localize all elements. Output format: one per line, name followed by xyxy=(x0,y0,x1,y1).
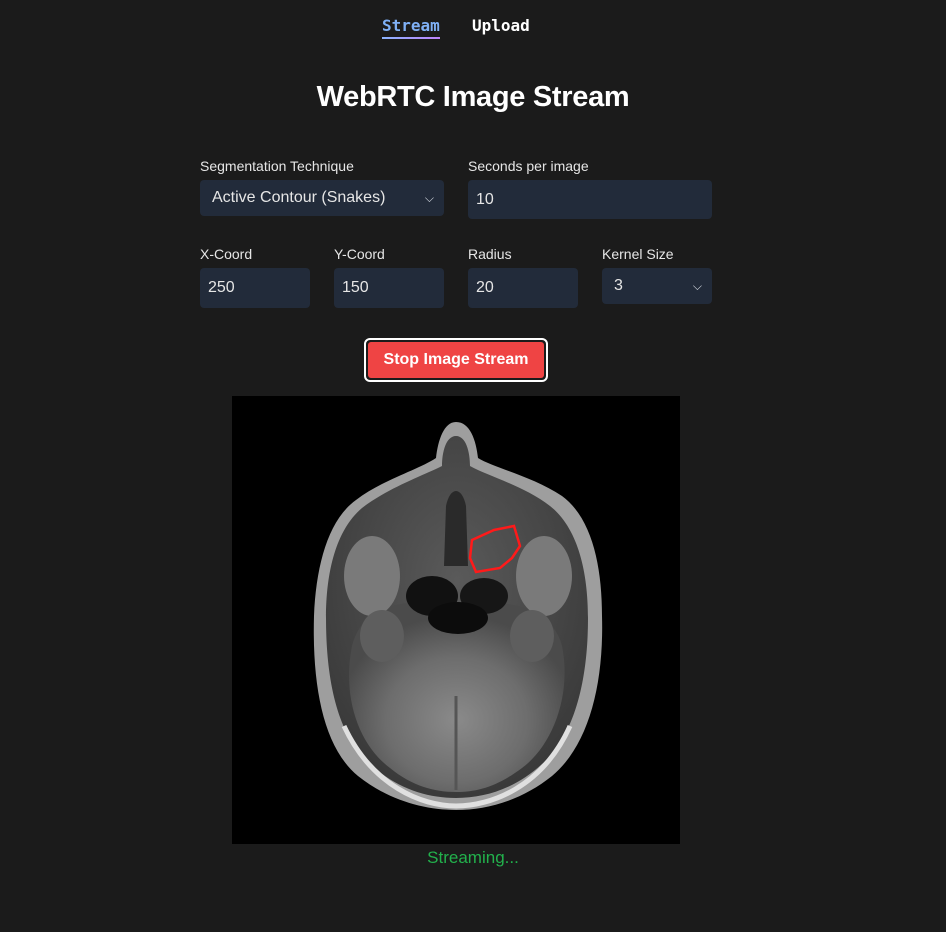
stop-stream-button-label: Stop Image Stream xyxy=(368,342,544,378)
chevron-down-icon: ⌵ xyxy=(692,278,702,293)
radius-input[interactable]: 20 xyxy=(468,268,578,308)
stream-image xyxy=(232,396,680,844)
mri-scan-image xyxy=(232,396,680,844)
radius-value: 20 xyxy=(476,279,494,296)
top-nav: Stream Upload xyxy=(0,14,946,44)
kernel-size-value: 3 xyxy=(614,277,623,294)
x-coord-value: 250 xyxy=(208,279,235,296)
seconds-label: Seconds per image xyxy=(468,158,589,174)
technique-value: Active Contour (Snakes) xyxy=(212,189,386,206)
kernel-size-label: Kernel Size xyxy=(602,246,674,262)
y-coord-input[interactable]: 150 xyxy=(334,268,444,308)
nav-upload-link[interactable]: Upload xyxy=(472,16,530,35)
x-coord-input[interactable]: 250 xyxy=(200,268,310,308)
y-coord-value: 150 xyxy=(342,279,369,296)
technique-select[interactable]: Active Contour (Snakes) ⌵ xyxy=(200,180,444,216)
seconds-input[interactable]: 10 xyxy=(468,180,712,219)
technique-label: Segmentation Technique xyxy=(200,158,354,174)
x-coord-label: X-Coord xyxy=(200,246,253,262)
stop-stream-button[interactable]: Stop Image Stream xyxy=(364,338,548,382)
status-text: Streaming... xyxy=(427,848,519,867)
y-coord-label: Y-Coord xyxy=(334,246,385,262)
chevron-down-icon: ⌵ xyxy=(424,190,434,205)
radius-label: Radius xyxy=(468,246,512,262)
nav-stream-link[interactable]: Stream xyxy=(382,16,440,39)
kernel-size-select[interactable]: 3 ⌵ xyxy=(602,268,712,304)
seconds-value: 10 xyxy=(476,190,494,208)
page-title: WebRTC Image Stream xyxy=(316,81,630,113)
